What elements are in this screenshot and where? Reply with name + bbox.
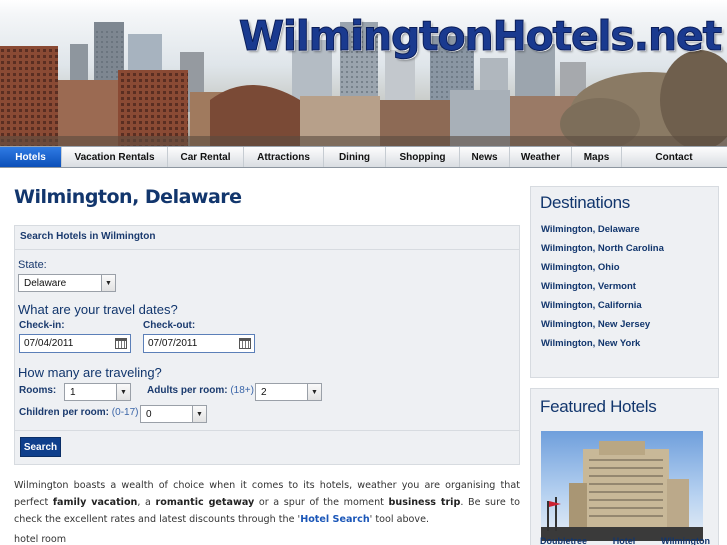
nav-weather[interactable]: Weather bbox=[510, 147, 572, 167]
featured-title: Featured Hotels bbox=[540, 397, 657, 416]
state-value: Delaware bbox=[24, 277, 67, 289]
chevron-down-icon: ▼ bbox=[116, 384, 130, 400]
destinations-title: Destinations bbox=[540, 193, 630, 212]
checkout-label: Check-out: bbox=[143, 320, 196, 331]
destinations-list: Wilmington, Delaware Wilmington, North C… bbox=[541, 224, 664, 357]
destination-link[interactable]: Wilmington, California bbox=[541, 300, 664, 319]
intro-text: ' tool above. bbox=[369, 514, 430, 525]
nav-car-rental[interactable]: Car Rental bbox=[168, 147, 244, 167]
destinations-box: Destinations Wilmington, Delaware Wilmin… bbox=[530, 186, 719, 378]
children-select[interactable]: 0 ▼ bbox=[140, 405, 207, 423]
travelers-heading: How many are traveling? bbox=[18, 365, 162, 380]
chevron-down-icon: ▼ bbox=[307, 384, 321, 400]
destination-link[interactable]: Wilmington, New York bbox=[541, 338, 664, 357]
state-select[interactable]: Delaware ▼ bbox=[18, 274, 116, 292]
nav-vacation-rentals[interactable]: Vacation Rentals bbox=[62, 147, 168, 167]
destination-link[interactable]: Wilmington, Vermont bbox=[541, 281, 664, 300]
destination-link[interactable]: Wilmington, Ohio bbox=[541, 262, 664, 281]
header-banner: WilmingtonHotels.net bbox=[0, 0, 727, 146]
nav-maps[interactable]: Maps bbox=[572, 147, 622, 167]
nav-attractions[interactable]: Attractions bbox=[244, 147, 324, 167]
intro-paragraph: Wilmington boasts a wealth of choice whe… bbox=[14, 477, 520, 528]
adults-label: Adults per room: (18+) bbox=[147, 385, 254, 396]
checkout-value: 07/07/2011 bbox=[148, 338, 198, 349]
nav-dining[interactable]: Dining bbox=[324, 147, 386, 167]
nav-news[interactable]: News bbox=[460, 147, 510, 167]
intro-text: or a spur of the moment bbox=[254, 497, 389, 508]
hotel-search-link[interactable]: Hotel Search bbox=[300, 514, 369, 525]
calendar-icon[interactable] bbox=[115, 338, 127, 349]
destination-link[interactable]: Wilmington, North Carolina bbox=[541, 243, 664, 262]
state-label: State: bbox=[18, 259, 47, 271]
hotel-room-text: hotel room bbox=[14, 534, 67, 545]
caption-word[interactable]: Doubletree bbox=[540, 536, 587, 545]
adults-select[interactable]: 2 ▼ bbox=[255, 383, 322, 401]
children-value: 0 bbox=[146, 408, 152, 420]
divider bbox=[15, 430, 519, 431]
children-label-text: Children per room: bbox=[19, 407, 110, 418]
nav-shopping[interactable]: Shopping bbox=[386, 147, 460, 167]
adults-label-text: Adults per room: bbox=[147, 385, 228, 396]
intro-bold-romantic-getaway: romantic getaway bbox=[155, 497, 255, 508]
rooms-value: 1 bbox=[70, 386, 76, 398]
checkin-value: 07/04/2011 bbox=[24, 338, 74, 349]
intro-bold-business-trip: business trip bbox=[388, 497, 461, 508]
checkout-date-input[interactable]: 07/07/2011 bbox=[143, 334, 255, 353]
chevron-down-icon: ▼ bbox=[101, 275, 115, 291]
featured-hotels-box: Featured Hotels bbox=[530, 388, 719, 545]
site-title[interactable]: WilmingtonHotels.net bbox=[238, 12, 722, 61]
caption-word[interactable]: Wilmington bbox=[661, 536, 710, 545]
children-label: Children per room: (0-17) bbox=[19, 407, 138, 418]
divider bbox=[15, 249, 519, 250]
destination-link[interactable]: Wilmington, Delaware bbox=[541, 224, 664, 243]
chevron-down-icon: ▼ bbox=[192, 406, 206, 422]
intro-bold-family-vacation: family vacation bbox=[52, 497, 138, 508]
children-hint: (0-17) bbox=[111, 407, 139, 418]
rooms-select[interactable]: 1 ▼ bbox=[64, 383, 131, 401]
rooms-label: Rooms: bbox=[19, 385, 57, 396]
featured-hotel-photo[interactable] bbox=[541, 431, 703, 541]
main-nav: Hotels Vacation Rentals Car Rental Attra… bbox=[0, 146, 727, 168]
checkin-label: Check-in: bbox=[19, 320, 65, 331]
page-title: Wilmington, Delaware bbox=[14, 186, 242, 208]
intro-text: , a bbox=[137, 497, 156, 508]
nav-hotels[interactable]: Hotels bbox=[0, 147, 62, 167]
adults-hint: (18+) bbox=[230, 385, 254, 396]
dates-heading: What are your travel dates? bbox=[18, 302, 178, 317]
calendar-icon[interactable] bbox=[239, 338, 251, 349]
main-content: Wilmington, Delaware bbox=[14, 186, 520, 208]
destination-link[interactable]: Wilmington, New Jersey bbox=[541, 319, 664, 338]
search-heading: Search Hotels in Wilmington bbox=[20, 231, 156, 242]
caption-word[interactable]: Hotel bbox=[613, 536, 636, 545]
featured-hotel-caption[interactable]: Doubletree Hotel Wilmington bbox=[540, 536, 710, 545]
hotel-search-form: Search Hotels in Wilmington State: Delaw… bbox=[14, 225, 520, 465]
page: WilmingtonHotels.net Hotels Vacation Ren… bbox=[0, 0, 727, 545]
search-button[interactable]: Search bbox=[20, 437, 61, 457]
adults-value: 2 bbox=[261, 386, 267, 398]
checkin-date-input[interactable]: 07/04/2011 bbox=[19, 334, 131, 353]
nav-contact[interactable]: Contact bbox=[622, 147, 726, 167]
